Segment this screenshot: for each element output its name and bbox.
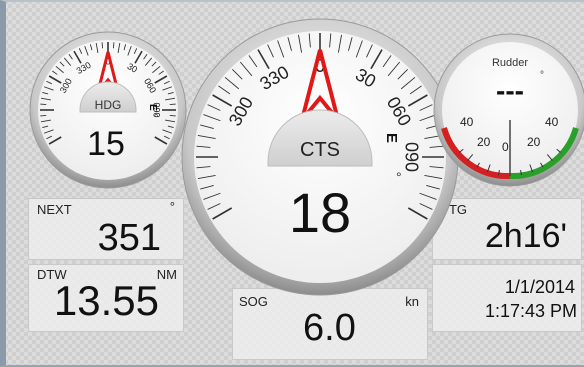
rudder-title: Rudder [492,57,528,69]
rudder-unit: ° [540,70,544,81]
rudder-scale-stbd-20: 20 [527,135,541,149]
rudder-gauge[interactable]: Rudder --- ° 40 20 0 20 40 [0,0,584,367]
rudder-scale-center-0: 0 [502,140,509,154]
rudder-scale-stbd-40: 40 [545,115,559,129]
rudder-scale-port-40: 40 [460,115,474,129]
rudder-scale-port-20: 20 [477,135,491,149]
rudder-value: --- [496,75,524,106]
